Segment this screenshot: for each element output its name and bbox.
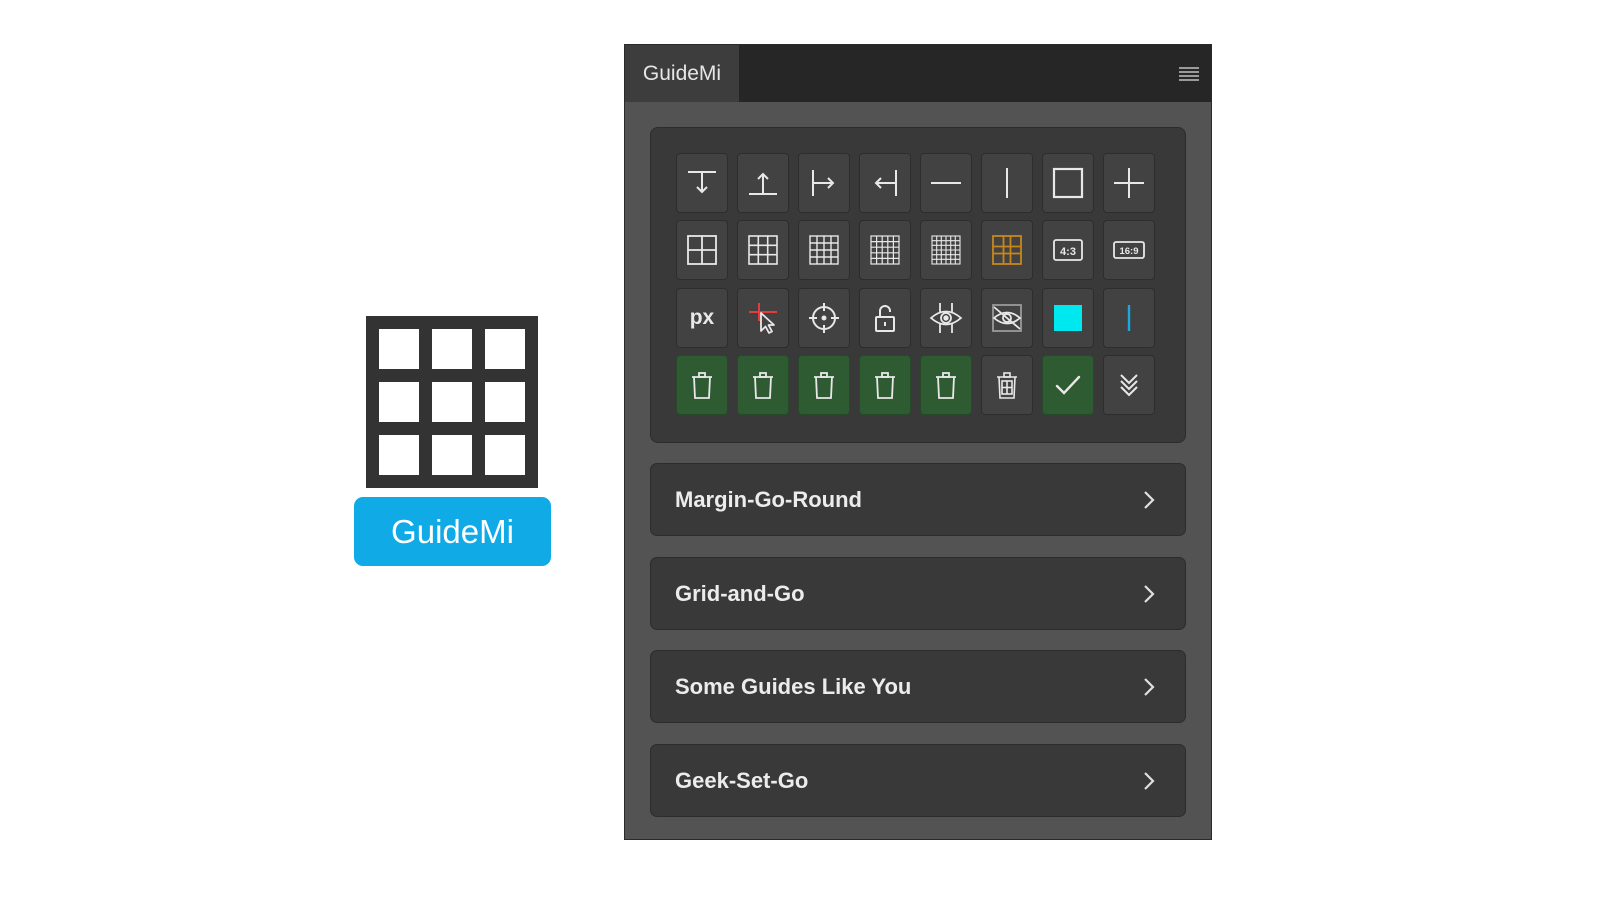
show-guides-icon bbox=[929, 303, 963, 333]
px-label: px bbox=[689, 306, 715, 329]
clear-bottom-guides-icon bbox=[753, 372, 773, 399]
apply-check-icon bbox=[1055, 375, 1081, 395]
frame-guide-icon bbox=[1052, 167, 1084, 199]
section-some-guides-like-you[interactable]: Some Guides Like You bbox=[650, 650, 1186, 723]
grid-3x3-button[interactable] bbox=[737, 220, 789, 280]
clear-top-guides-button[interactable] bbox=[676, 355, 728, 415]
guide-left-icon bbox=[812, 170, 835, 196]
crosshair-target-icon bbox=[809, 303, 839, 333]
guide-left-button[interactable] bbox=[798, 153, 850, 213]
clear-all-guides-button[interactable] bbox=[920, 355, 972, 415]
guidemi-panel: GuideMi 4:3 16:9 px Margin-Go-Round Grid… bbox=[624, 44, 1212, 840]
grid-4x4-icon bbox=[809, 235, 839, 265]
grid-3x3-icon bbox=[748, 235, 778, 265]
cross-guide-icon bbox=[1114, 168, 1144, 198]
hide-guides-button[interactable] bbox=[981, 288, 1033, 348]
section-margin-go-round[interactable]: Margin-Go-Round bbox=[650, 463, 1186, 536]
frame-guide-button[interactable] bbox=[1042, 153, 1094, 213]
section-label: Grid-and-Go bbox=[675, 581, 805, 606]
panel-tab-bar: GuideMi bbox=[625, 45, 1211, 102]
logo-badge-text: GuideMi bbox=[391, 512, 514, 550]
crosshair-button[interactable] bbox=[798, 288, 850, 348]
tab-label: GuideMi bbox=[642, 61, 722, 85]
logo-badge: GuideMi bbox=[354, 497, 551, 566]
vertical-guide-button[interactable] bbox=[981, 153, 1033, 213]
horizontal-guide-button[interactable] bbox=[920, 153, 972, 213]
guide-bottom-icon bbox=[749, 172, 777, 195]
ratio-4-3-icon: 4:3 bbox=[1053, 239, 1083, 261]
grid-5x5-button[interactable] bbox=[859, 220, 911, 280]
vertical-guide-icon bbox=[1006, 168, 1008, 198]
clear-top-guides-icon bbox=[692, 372, 712, 399]
chevron-right-icon bbox=[1144, 585, 1155, 603]
clear-left-guides-icon bbox=[814, 372, 834, 399]
guide-top-icon bbox=[688, 171, 716, 194]
section-geek-set-go[interactable]: Geek-Set-Go bbox=[650, 744, 1186, 817]
grid-5x5-icon bbox=[870, 235, 900, 265]
grid-6x6-icon bbox=[931, 235, 961, 265]
grid-6x6-button[interactable] bbox=[920, 220, 972, 280]
section-grid-and-go[interactable]: Grid-and-Go bbox=[650, 557, 1186, 630]
ratio-16-9-button[interactable]: 16:9 bbox=[1103, 220, 1155, 280]
apply-button[interactable] bbox=[1042, 355, 1094, 415]
guide-line-color-button[interactable] bbox=[1103, 288, 1155, 348]
guide-toolbox: 4:3 16:9 px bbox=[650, 127, 1186, 443]
section-label: Geek-Set-Go bbox=[675, 768, 809, 793]
clear-grid-button[interactable] bbox=[981, 355, 1033, 415]
guide-line-color-icon bbox=[1127, 305, 1131, 331]
cross-guide-button[interactable] bbox=[1103, 153, 1155, 213]
section-label: Margin-Go-Round bbox=[675, 487, 862, 512]
clear-left-guides-button[interactable] bbox=[798, 355, 850, 415]
clear-all-guides-icon bbox=[936, 372, 956, 399]
grid-2x2-button[interactable] bbox=[676, 220, 728, 280]
unlock-icon bbox=[875, 305, 895, 332]
pixel-units-button[interactable]: px bbox=[676, 288, 728, 348]
section-label: Some Guides Like You bbox=[675, 674, 912, 699]
ratio-4-3-label: 4:3 bbox=[1060, 246, 1076, 258]
hamburger-menu-icon[interactable] bbox=[1179, 67, 1199, 81]
chevron-right-icon bbox=[1144, 678, 1155, 696]
expand-more-icon bbox=[1120, 374, 1138, 397]
chevron-right-icon bbox=[1144, 491, 1155, 509]
show-guides-button[interactable] bbox=[920, 288, 972, 348]
guide-bottom-button[interactable] bbox=[737, 153, 789, 213]
ratio-16-9-label: 16:9 bbox=[1119, 246, 1138, 257]
clear-bottom-guides-button[interactable] bbox=[737, 355, 789, 415]
guide-cursor-icon bbox=[749, 303, 777, 334]
lock-guides-button[interactable] bbox=[859, 288, 911, 348]
guide-color-swatch bbox=[1054, 305, 1082, 331]
clear-right-guides-button[interactable] bbox=[859, 355, 911, 415]
golden-grid-button[interactable] bbox=[981, 220, 1033, 280]
hide-guides-icon bbox=[992, 304, 1022, 332]
guide-color-button[interactable] bbox=[1042, 288, 1094, 348]
grid-logo-icon bbox=[366, 316, 538, 488]
ratio-16-9-icon: 16:9 bbox=[1113, 241, 1145, 259]
golden-grid-icon bbox=[992, 235, 1022, 265]
grid-2x2-icon bbox=[687, 235, 717, 265]
guide-right-icon bbox=[874, 170, 897, 196]
clear-right-guides-icon bbox=[875, 372, 895, 399]
guide-top-button[interactable] bbox=[676, 153, 728, 213]
horizontal-guide-icon bbox=[931, 182, 961, 184]
chevron-right-icon bbox=[1144, 772, 1155, 790]
guide-right-button[interactable] bbox=[859, 153, 911, 213]
grid-4x4-button[interactable] bbox=[798, 220, 850, 280]
clear-grid-icon bbox=[997, 372, 1017, 399]
expand-more-button[interactable] bbox=[1103, 355, 1155, 415]
guide-cursor-button[interactable] bbox=[737, 288, 789, 348]
tab-guidemi[interactable]: GuideMi bbox=[625, 45, 739, 102]
ratio-4-3-button[interactable]: 4:3 bbox=[1042, 220, 1094, 280]
